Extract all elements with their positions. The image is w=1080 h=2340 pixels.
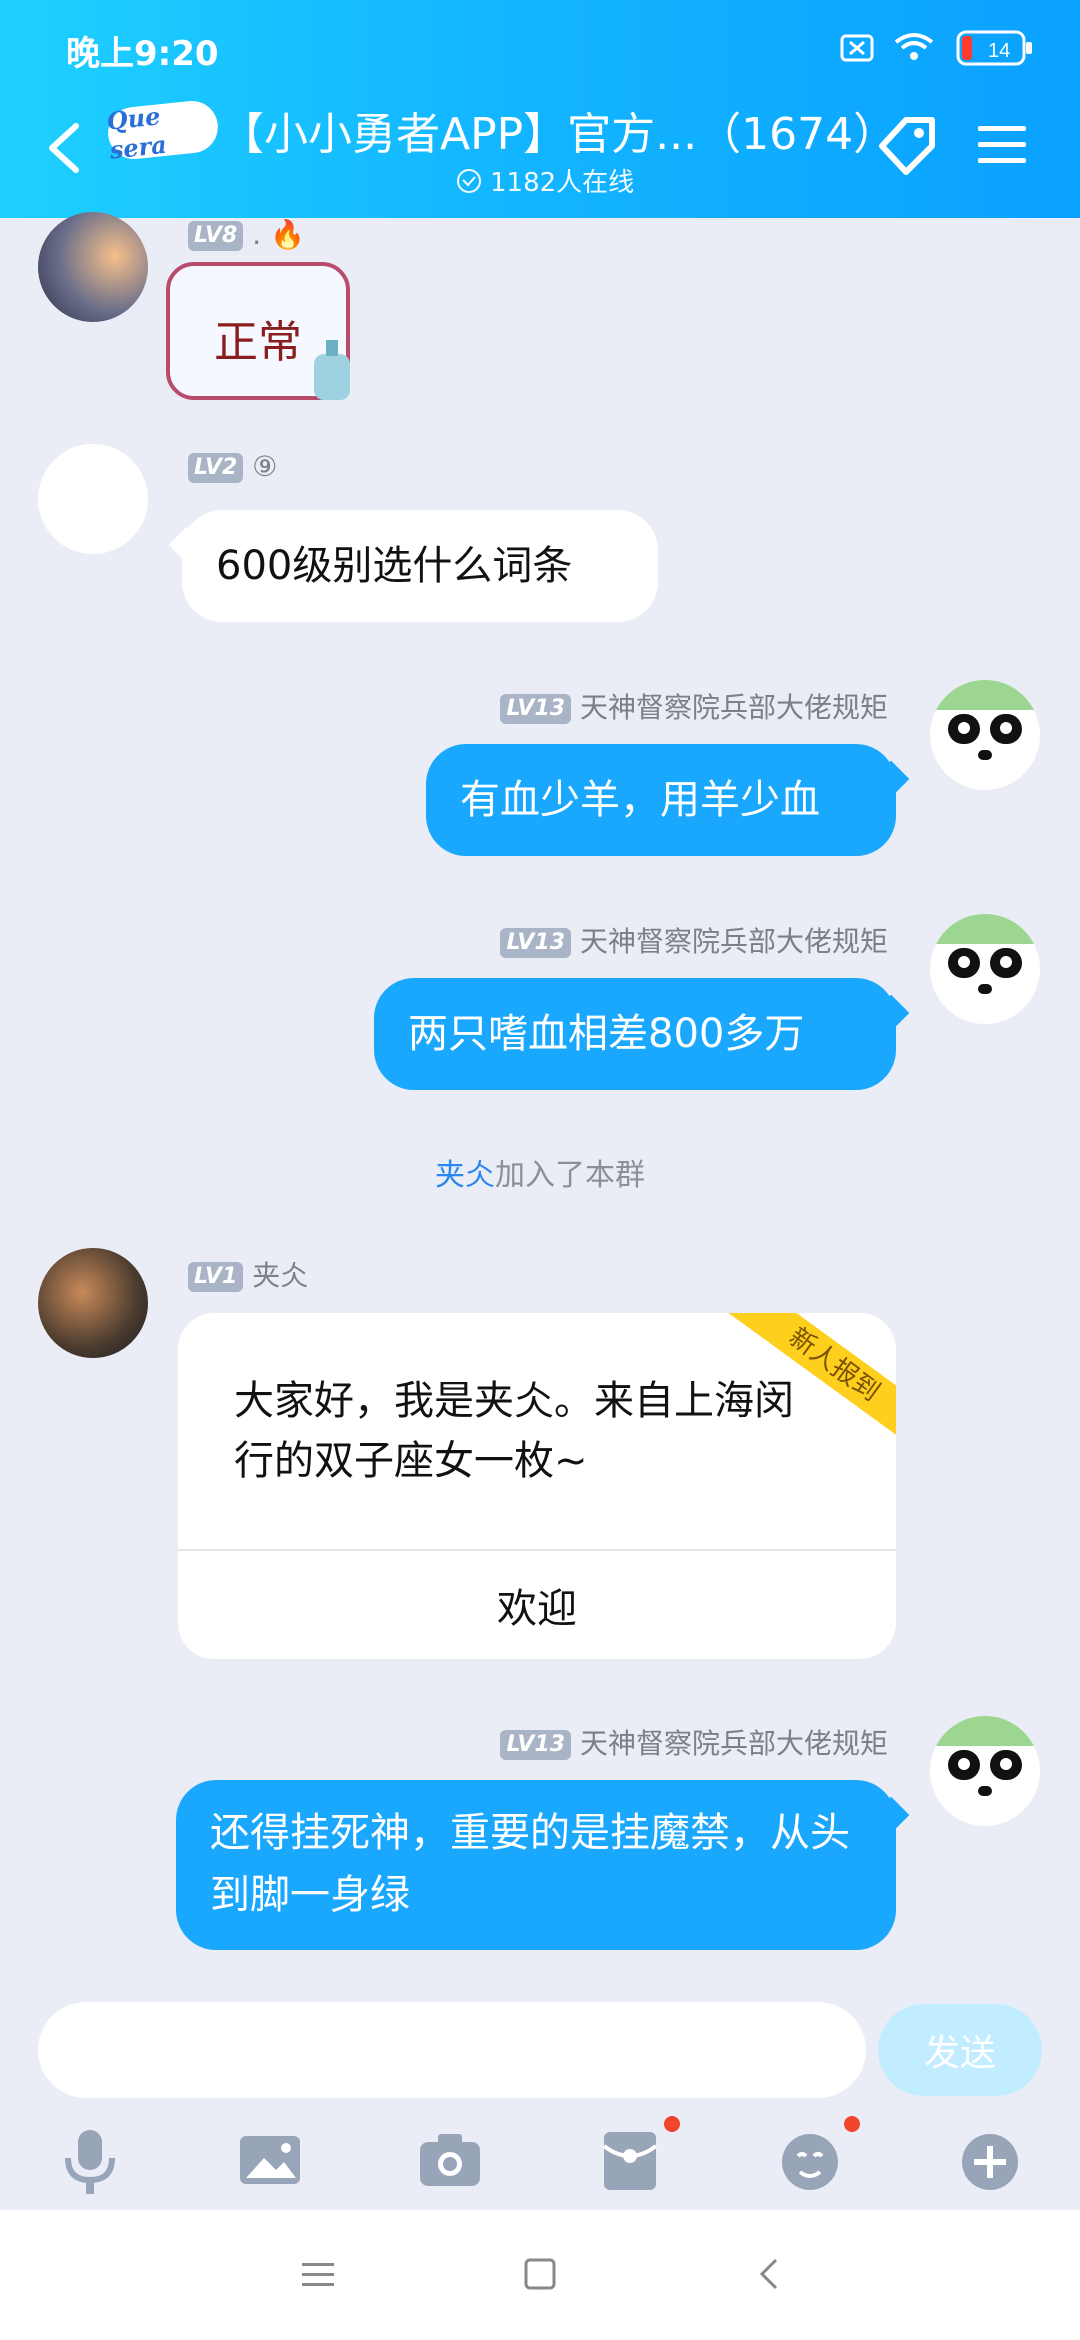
- message-meta: LV8 . 🔥: [188, 218, 305, 251]
- message-meta: LV13 天神督察院兵部大佬规矩: [500, 1722, 888, 1762]
- level-badge: LV8: [188, 221, 244, 251]
- sender-name: 天神督察院兵部大佬规矩: [579, 925, 888, 958]
- fire-icon: 🔥: [270, 218, 305, 251]
- welcome-card: 新人报到 大家好，我是夹仌。来自上海闵行的双子座女一枚~ 欢迎: [178, 1313, 896, 1659]
- level-badge: LV13: [500, 928, 572, 958]
- sticker-text: 正常: [214, 317, 302, 368]
- message-bubble[interactable]: 两只嗜血相差800多万: [374, 978, 896, 1090]
- join-notice: 夹仌加入了本群: [0, 1150, 1080, 1194]
- avatar[interactable]: [930, 680, 1040, 790]
- bottle-icon: [314, 340, 350, 400]
- avatar[interactable]: [930, 914, 1040, 1024]
- tag-icon[interactable]: [872, 108, 944, 180]
- chat-header: 晚上9:20 14 Que sera 【小小勇者APP】官方...（1674） …: [0, 0, 1080, 218]
- welcome-button[interactable]: 欢迎: [178, 1551, 896, 1659]
- message-bubble[interactable]: 有血少羊，用羊少血: [426, 744, 896, 856]
- camera-icon[interactable]: [410, 2120, 490, 2200]
- battery-level: 14: [988, 40, 1010, 62]
- menu-icon[interactable]: [974, 120, 1030, 170]
- system-navbar: [0, 2210, 1080, 2340]
- message-meta: LV1 夹仌: [188, 1254, 308, 1294]
- group-title[interactable]: 【小小勇者APP】官方...（1674）: [220, 98, 897, 162]
- level-badge: LV13: [500, 694, 572, 724]
- online-count-label: 1182人在线: [490, 168, 635, 198]
- mic-icon[interactable]: [50, 2120, 130, 2200]
- avatar[interactable]: [38, 444, 148, 554]
- online-count: 1182人在线: [456, 162, 634, 199]
- message-bubble[interactable]: 还得挂死神，重要的是挂魔禁，从头到脚一身绿: [176, 1780, 896, 1950]
- back-nav-icon[interactable]: [756, 2256, 782, 2292]
- sender-name: .: [252, 218, 262, 251]
- message-meta: LV13 天神督察院兵部大佬规矩: [500, 920, 888, 960]
- avatar[interactable]: [38, 1248, 148, 1358]
- plus-icon[interactable]: [950, 2120, 1030, 2200]
- back-icon[interactable]: [40, 118, 90, 178]
- level-badge: LV13: [500, 1730, 572, 1760]
- notification-dot: [664, 2116, 680, 2132]
- online-icon: [457, 168, 481, 193]
- sender-name: ⑨: [252, 450, 278, 483]
- level-badge: LV1: [188, 1262, 244, 1292]
- avatar[interactable]: [38, 212, 148, 322]
- status-icons: 14: [840, 30, 1032, 66]
- redpacket-icon[interactable]: [590, 2120, 670, 2200]
- sender-name: 天神督察院兵部大佬规矩: [579, 691, 888, 724]
- message-bubble[interactable]: 600级别选什么词条: [182, 510, 658, 622]
- level-badge: LV2: [188, 453, 244, 483]
- send-button[interactable]: 发送: [878, 2004, 1042, 2096]
- image-icon[interactable]: [230, 2120, 310, 2200]
- message-input[interactable]: [38, 2002, 866, 2098]
- message-meta: LV2 ⑨: [188, 450, 277, 483]
- notification-dot: [844, 2116, 860, 2132]
- home-icon[interactable]: [522, 2256, 558, 2292]
- message-meta: LV13 天神督察院兵部大佬规矩: [500, 686, 888, 726]
- welcome-text: 大家好，我是夹仌。来自上海闵行的双子座女一枚~: [234, 1378, 794, 1484]
- avatar[interactable]: [930, 1716, 1040, 1826]
- joined-user-link[interactable]: 夹仌: [435, 1158, 495, 1193]
- sender-name: 天神督察院兵部大佬规矩: [579, 1727, 888, 1760]
- sticker[interactable]: 正常: [166, 262, 350, 400]
- group-logo: Que sera: [105, 98, 221, 165]
- recent-apps-icon[interactable]: [300, 2260, 336, 2290]
- join-notice-text: 加入了本群: [495, 1158, 645, 1193]
- status-time: 晚上9:20: [66, 34, 219, 74]
- sender-name: 夹仌: [252, 1259, 309, 1292]
- emoji-icon[interactable]: [770, 2120, 850, 2200]
